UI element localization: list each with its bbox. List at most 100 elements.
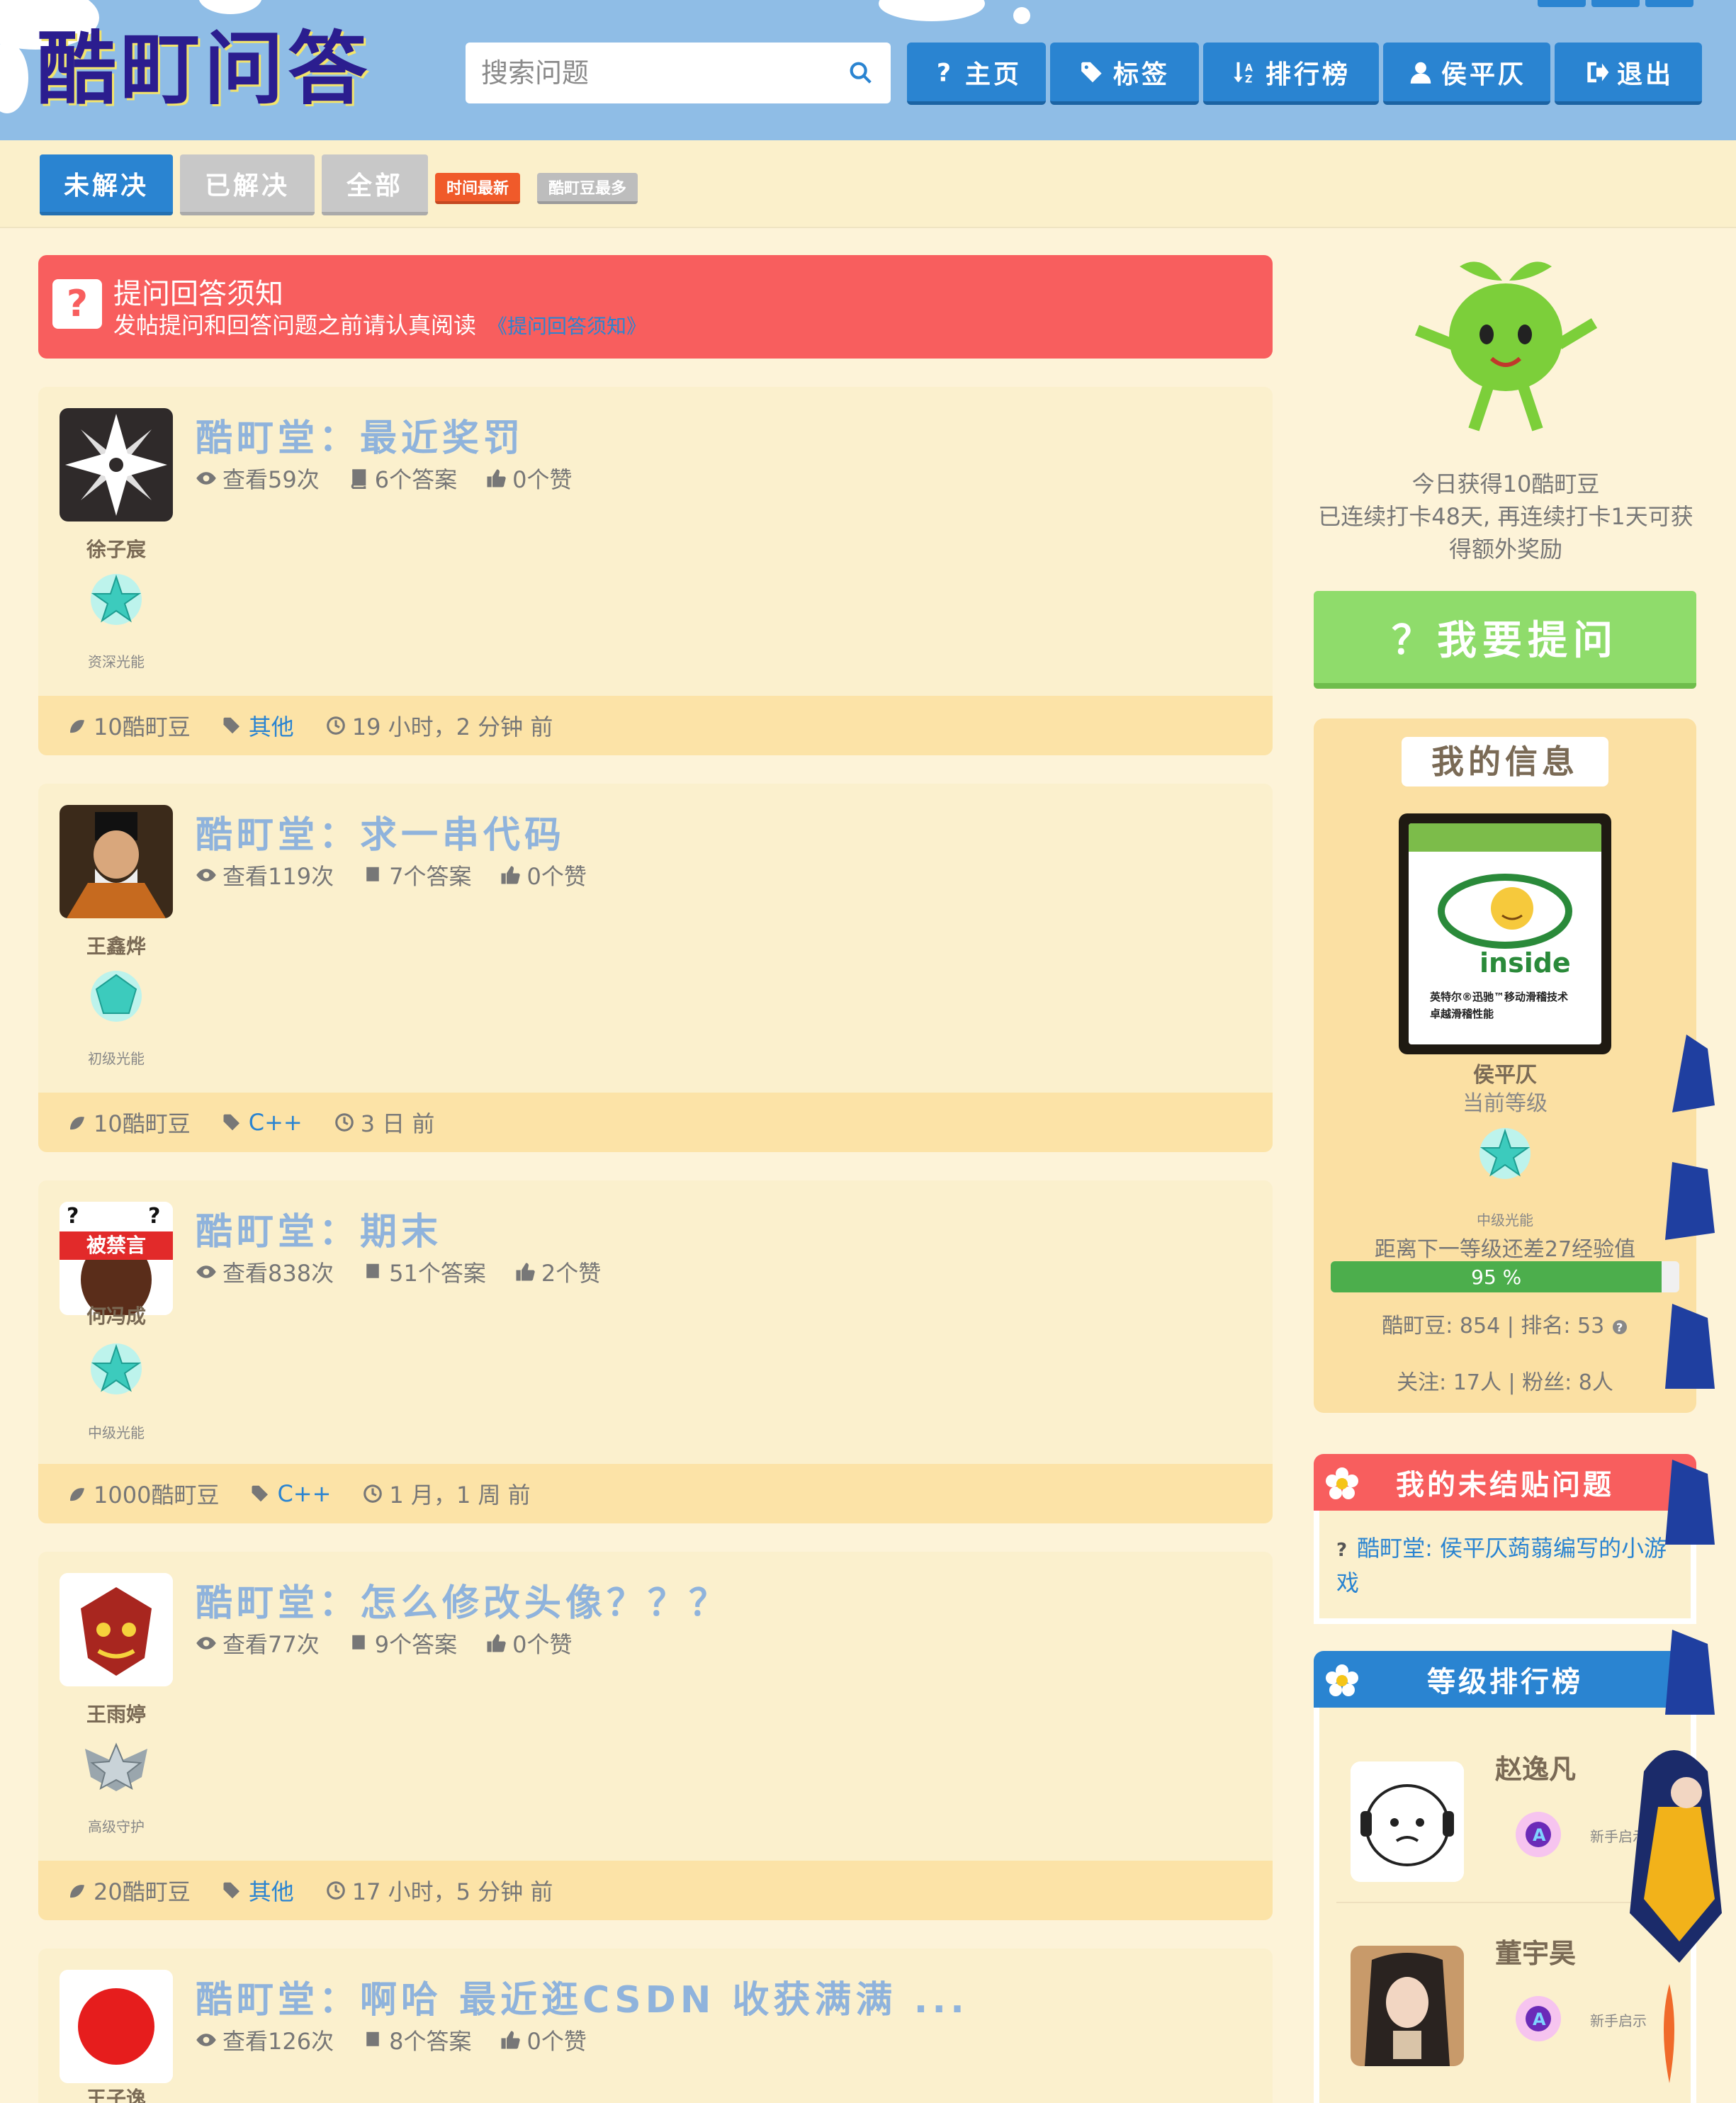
question-title[interactable]: 酷町堂：期末	[196, 1202, 442, 1255]
likes-text: 2个赞	[541, 1260, 602, 1287]
tags-icon	[1081, 62, 1102, 82]
question-footer: 20酷町豆 其他 17 小时，5 分钟 前	[38, 1861, 1273, 1920]
avatar[interactable]	[60, 1970, 173, 2083]
views-stat: 查看126次	[196, 2024, 334, 2056]
user-icon	[1410, 62, 1431, 84]
clock-icon	[334, 1113, 354, 1132]
top-tab[interactable]	[1538, 0, 1586, 7]
username[interactable]: 何冯成	[60, 1301, 173, 1329]
bounty-text: 10酷町豆	[94, 1110, 191, 1137]
thumbs-up-icon	[487, 469, 506, 487]
book-icon	[351, 469, 366, 489]
inside-text: inside	[1479, 947, 1571, 979]
thumbs-up-icon	[501, 866, 521, 884]
eye-icon	[196, 472, 216, 485]
tab-solved[interactable]: 已解决	[180, 154, 315, 215]
top-header: 酷町问答 ? 主页 标签 AZ 排行榜 侯平仄 退出	[0, 0, 1736, 140]
nav-logout-button[interactable]: 退出	[1555, 43, 1702, 105]
question-icon: ?	[1336, 1540, 1348, 1561]
svg-text:A: A	[1245, 62, 1257, 74]
panel-title: 等级排行榜	[1427, 1666, 1583, 1698]
username[interactable]: 王子逸	[60, 2083, 173, 2103]
avatar[interactable]	[60, 408, 173, 521]
nav-ranking-button[interactable]: AZ 排行榜	[1203, 43, 1379, 105]
sort-newest-button[interactable]: 时间最新	[435, 173, 521, 204]
my-avatar[interactable]: inside 英特尔®迅驰™移动滑稽技术 卓越滑稽性能	[1399, 813, 1611, 1054]
tags-icon	[223, 1882, 239, 1899]
avatar-art: inside 英特尔®迅驰™移动滑稽技术 卓越滑稽性能	[1409, 823, 1601, 1020]
avatar-image	[60, 1573, 173, 1686]
nav-label: 侯平仄	[1441, 60, 1526, 89]
beans-rank-text: 酷町豆: 854 | 排名: 53	[1382, 1314, 1605, 1338]
avatar[interactable]	[60, 1573, 173, 1686]
question-card[interactable]: 王雨婷 高级守护 酷町堂：怎么修改头像？？？ 查看77次 9个答案 0个赞 20…	[38, 1552, 1273, 1920]
question-stats: 查看77次 9个答案 0个赞	[196, 1627, 572, 1659]
question-icon: ?	[937, 59, 956, 85]
tag-link[interactable]: 其他	[249, 1874, 294, 1907]
tag: C++	[222, 1109, 303, 1136]
top-tab[interactable]	[1591, 0, 1640, 7]
tags-icon	[223, 1114, 239, 1131]
thumbs-up-icon	[501, 2031, 521, 2049]
sort-beans-button[interactable]: 酷町豆最多	[537, 173, 638, 204]
question-stats: 查看119次 7个答案 0个赞	[196, 859, 587, 891]
nav-home-button[interactable]: ? 主页	[907, 43, 1046, 105]
ranking-username[interactable]: 董宇昊	[1495, 1932, 1576, 1970]
tab-all[interactable]: 全部	[322, 154, 428, 215]
search-icon[interactable]	[847, 59, 875, 87]
question-title[interactable]: 酷町堂：最近奖罚	[196, 408, 524, 461]
tag-link[interactable]: 其他	[249, 709, 294, 742]
question-card[interactable]: 徐子宸 资深光能 酷町堂：最近奖罚 查看59次 6个答案 0个赞 10酷町豆 其…	[38, 387, 1273, 755]
avatar[interactable]	[1351, 1761, 1464, 1882]
views-text: 查看838次	[222, 1260, 334, 1287]
tag-link[interactable]: C++	[277, 1480, 331, 1507]
username[interactable]: 王雨婷	[60, 1699, 173, 1727]
likes-text: 0个赞	[526, 2028, 587, 2055]
top-tabs	[1538, 0, 1693, 7]
top-tab[interactable]	[1645, 0, 1693, 7]
search-input[interactable]	[481, 57, 847, 89]
likes-text: 0个赞	[526, 863, 587, 890]
answers-text: 9个答案	[374, 1631, 458, 1658]
level-badge-icon: A	[1516, 1996, 1561, 2041]
nav-user-button[interactable]: 侯平仄	[1383, 43, 1550, 105]
question-footer: 10酷町豆 其他 19 小时，2 分钟 前	[38, 696, 1273, 755]
username[interactable]: 王鑫烨	[60, 931, 173, 959]
question-card[interactable]: 王鑫烨 初级光能 酷町堂：求一串代码 查看119次 7个答案 0个赞 10酷町豆…	[38, 784, 1273, 1152]
svg-text:A: A	[1533, 1825, 1546, 1845]
question-title[interactable]: 酷町堂：啊哈 最近逛CSDN 收获满满 ...	[196, 1970, 969, 2023]
views-stat: 查看838次	[196, 1256, 334, 1288]
svg-text:Z: Z	[1245, 74, 1257, 85]
ranking-username[interactable]: 赵逸凡	[1495, 1747, 1576, 1786]
question-card[interactable]: ? ? 被禁言 何冯成 中级光能 酷町堂：期末 查看838次 51个答案 2个赞…	[38, 1180, 1273, 1523]
avatar[interactable]	[1351, 1946, 1464, 2066]
svg-text:?: ?	[67, 1204, 79, 1229]
bean-icon	[70, 1117, 84, 1130]
avatar-image	[1351, 1946, 1464, 2066]
site-logo[interactable]: 酷町问答	[37, 20, 371, 119]
svg-text:?: ?	[148, 1204, 160, 1229]
checkin-streak: 已连续打卡48天, 再连续打卡1天可获	[1318, 503, 1693, 530]
avatar-image	[60, 408, 173, 521]
svg-text:?: ?	[937, 59, 956, 85]
avatar[interactable]: ? ? 被禁言	[60, 1202, 173, 1315]
nav-tags-button[interactable]: 标签	[1050, 43, 1199, 105]
question-title[interactable]: 酷町堂：怎么修改头像？？？	[196, 1573, 730, 1626]
question-card[interactable]: 王子逸 酷町堂：啊哈 最近逛CSDN 收获满满 ... 查看126次 8个答案 …	[38, 1949, 1273, 2103]
notice-link[interactable]: 《提问回答须知》	[487, 315, 646, 338]
bounty: 1000酷町豆	[67, 1477, 219, 1510]
answers-stat: 51个答案	[362, 1256, 486, 1288]
scroll-to-top-hero-icon[interactable]	[1601, 1020, 1736, 2103]
tab-unsolved[interactable]: 未解决	[40, 154, 173, 215]
username[interactable]: 徐子宸	[60, 534, 173, 563]
nav-label: 退出	[1616, 60, 1674, 89]
sort-icon: AZ	[1234, 62, 1257, 85]
level-badge-icon	[91, 971, 142, 1022]
timestamp: 17 小时，5 分钟 前	[325, 1874, 553, 1907]
ask-question-button[interactable]: ？我要提问	[1314, 591, 1696, 689]
question-title[interactable]: 酷町堂：求一串代码	[196, 805, 565, 858]
tag-link[interactable]: C++	[249, 1109, 303, 1136]
avatar[interactable]	[60, 805, 173, 918]
bounty: 10酷町豆	[67, 1106, 191, 1139]
level-badge-icon	[1479, 1128, 1531, 1179]
